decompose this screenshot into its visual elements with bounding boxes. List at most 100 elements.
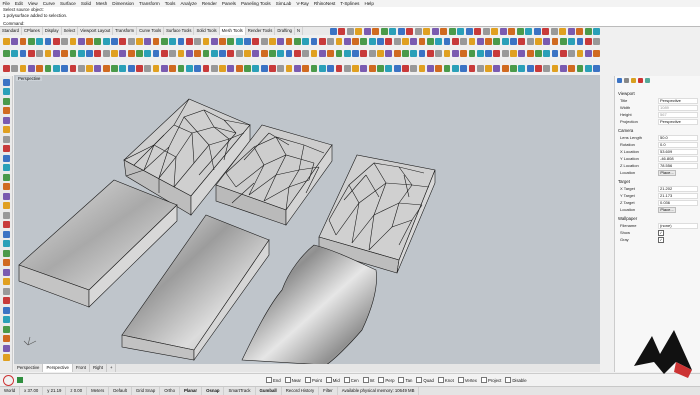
menu-simlab[interactable]: SimLab — [273, 0, 294, 7]
osnap-perp[interactable]: Perp — [378, 377, 394, 383]
toolbar-tool-icon[interactable] — [385, 64, 393, 72]
left-tool-icon[interactable] — [2, 164, 10, 171]
viewport-perspective[interactable]: Perspective — [14, 75, 600, 365]
menu-edit[interactable]: Edit — [12, 0, 25, 7]
menu-analyze[interactable]: Analyze — [178, 0, 199, 7]
toolbar-tool-icon[interactable] — [343, 64, 351, 72]
toolbar-tool-icon[interactable] — [318, 37, 326, 45]
toolbar-tool-icon[interactable] — [493, 64, 501, 72]
toolbar-tool-icon[interactable] — [219, 64, 226, 72]
toolbar-tool-icon[interactable] — [219, 37, 226, 45]
osnap-mid[interactable]: Mid — [325, 377, 340, 383]
toolbar-tool-icon[interactable] — [460, 49, 467, 57]
toolbar-tool-icon[interactable] — [535, 49, 542, 57]
toolbar-tool-icon[interactable] — [136, 64, 143, 72]
tab-cplanes[interactable]: CPlanes — [22, 27, 43, 35]
toolbar-tool-icon[interactable] — [335, 64, 343, 72]
viewport-tab-perspective-2[interactable]: Perspective — [43, 364, 73, 372]
toolbar-tool-icon[interactable] — [318, 49, 326, 57]
toolbar-tool-icon[interactable] — [285, 49, 293, 57]
toolbar-tool-icon[interactable] — [451, 37, 459, 45]
left-tool-icon[interactable] — [2, 297, 10, 304]
toolbar-tool-icon[interactable] — [69, 37, 77, 45]
toolbar-tool-icon[interactable] — [144, 49, 152, 57]
menu-tools[interactable]: Tools — [162, 0, 178, 7]
toolbar-tool-icon[interactable] — [36, 64, 44, 72]
toolbar-tool-icon[interactable] — [210, 37, 218, 45]
properties-icon[interactable] — [617, 78, 622, 83]
viewport-title[interactable]: Perspective — [16, 76, 43, 81]
toolbar-tool-icon[interactable] — [352, 64, 359, 72]
toolbar-tool-icon[interactable] — [468, 49, 476, 57]
toolbar-tool-icon[interactable] — [377, 64, 384, 72]
left-tool-icon[interactable] — [2, 278, 10, 285]
toolbar-tool-icon[interactable] — [435, 49, 443, 57]
osnap-disable[interactable]: Disable — [505, 377, 527, 383]
toolbar-tool-icon[interactable] — [11, 37, 19, 45]
toolbar-tool-icon[interactable] — [389, 28, 397, 35]
left-tool-icon[interactable] — [2, 145, 10, 152]
toolbar-tool-icon[interactable] — [310, 37, 318, 45]
toolbar-tool-icon[interactable] — [77, 37, 85, 45]
tab-render-tools[interactable]: Render Tools — [246, 27, 276, 35]
toolbar-tool-icon[interactable] — [94, 64, 102, 72]
toolbar-tool-icon[interactable] — [418, 49, 426, 57]
toolbar-tool-icon[interactable] — [94, 49, 102, 57]
osnap-tan[interactable]: Tan — [398, 377, 412, 383]
toolbar-tool-icon[interactable] — [244, 49, 251, 57]
toolbar-tool-icon[interactable] — [499, 28, 507, 35]
tab-select[interactable]: Select — [62, 27, 79, 35]
toolbar-tool-icon[interactable] — [86, 64, 93, 72]
left-tool-icon[interactable] — [2, 135, 10, 143]
toolbar-tool-icon[interactable] — [177, 49, 185, 57]
toolbar-tool-icon[interactable] — [27, 64, 35, 72]
toolbar-tool-icon[interactable] — [535, 64, 542, 72]
left-tool-icon[interactable] — [2, 211, 10, 219]
y-target-field[interactable]: 21.173 — [658, 193, 698, 199]
toolbar-tool-icon[interactable] — [202, 49, 210, 57]
toolbar-tool-icon[interactable] — [543, 37, 551, 45]
osnap-knot[interactable]: Knot — [437, 377, 454, 383]
toolbar-tool-icon[interactable] — [252, 37, 260, 45]
z-target-field[interactable]: 0.036 — [658, 200, 698, 206]
toolbar-tool-icon[interactable] — [423, 28, 431, 35]
toolbar-tool-icon[interactable] — [410, 49, 418, 57]
osnap-int[interactable]: Int — [362, 377, 374, 383]
tab-curve-tools[interactable]: Curve Tools — [137, 27, 165, 35]
toolbar-tool-icon[interactable] — [482, 28, 490, 35]
toolbar-tool-icon[interactable] — [393, 49, 401, 57]
toolbar-tool-icon[interactable] — [426, 64, 434, 72]
menu-solid[interactable]: Solid — [78, 0, 93, 7]
toolbar-tool-icon[interactable] — [343, 49, 351, 57]
left-tool-icon[interactable] — [2, 306, 10, 314]
menu-curve[interactable]: Curve — [40, 0, 57, 7]
toolbar-tool-icon[interactable] — [111, 49, 118, 57]
toolbar-tool-icon[interactable] — [451, 49, 459, 57]
menu-mesh[interactable]: Mesh — [94, 0, 110, 7]
toolbar-tool-icon[interactable] — [61, 64, 68, 72]
toolbar-tool-icon[interactable] — [335, 49, 343, 57]
tab-display[interactable]: Display — [43, 27, 62, 35]
x-location-field[interactable]: 53.609 — [658, 149, 698, 155]
rotation-field[interactable]: 0.0 — [658, 142, 698, 148]
toolbar-tool-icon[interactable] — [346, 28, 354, 35]
left-tool-icon[interactable] — [2, 97, 10, 105]
left-tool-icon[interactable] — [2, 173, 10, 181]
toolbar-tool-icon[interactable] — [293, 64, 301, 72]
toolbar-tool-icon[interactable] — [160, 64, 168, 72]
toolbar-tool-icon[interactable] — [11, 49, 19, 57]
toolbar-tool-icon[interactable] — [533, 28, 541, 35]
menu-render[interactable]: Render — [199, 0, 219, 7]
toolbar-tool-icon[interactable] — [559, 64, 567, 72]
filename-field[interactable]: (none) — [658, 223, 698, 229]
toolbar-tool-icon[interactable] — [111, 64, 118, 72]
toolbar-tool-icon[interactable] — [202, 64, 210, 72]
menu-panels[interactable]: Panels — [219, 0, 238, 7]
left-tool-icon[interactable] — [2, 107, 10, 114]
toolbar-tool-icon[interactable] — [177, 37, 185, 45]
left-tool-icon[interactable] — [2, 183, 10, 190]
toolbar-tool-icon[interactable] — [210, 49, 218, 57]
toolbar-tool-icon[interactable] — [368, 64, 376, 72]
toolbar-tool-icon[interactable] — [144, 64, 152, 72]
y-location-field[interactable]: -46.808 — [658, 156, 698, 162]
